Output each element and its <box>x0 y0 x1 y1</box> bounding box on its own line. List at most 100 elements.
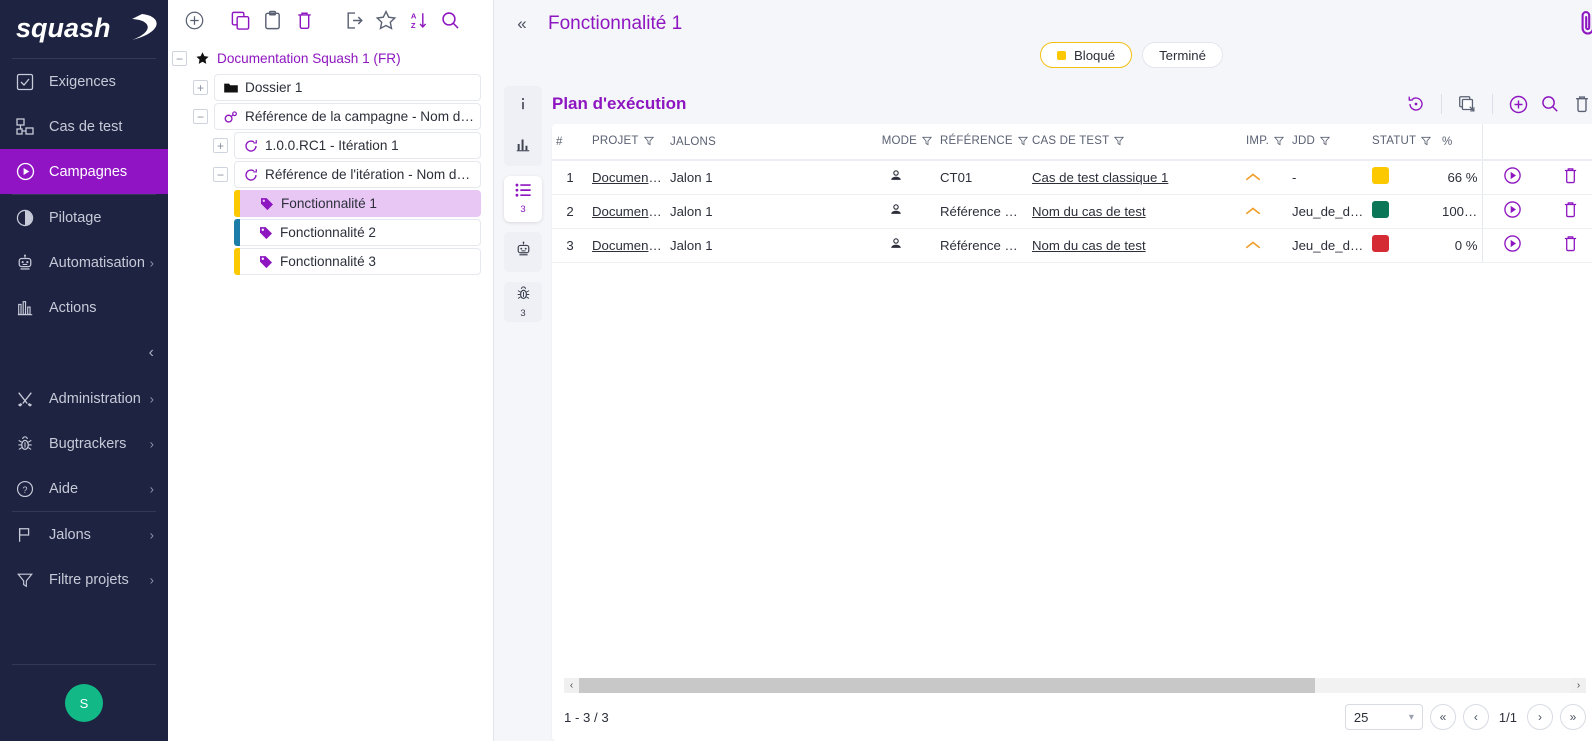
avatar[interactable]: S <box>65 684 103 722</box>
test-case-link[interactable]: Nom du cas de test <box>1032 204 1146 219</box>
delete-icon[interactable] <box>1561 200 1580 219</box>
rail-tab-info[interactable] <box>504 86 542 126</box>
tree-node-root[interactable]: Documentation Squash 1 (FR) <box>187 45 481 72</box>
copy-icon[interactable] <box>224 5 256 35</box>
rail-tab-execution-plan[interactable]: 3 <box>504 176 542 222</box>
project-link[interactable]: Document… <box>592 204 665 219</box>
cell-delete[interactable] <box>1542 194 1592 228</box>
tree-node-fonctionnalite-3[interactable]: Fonctionnalité 3 <box>240 248 481 275</box>
col-jdd[interactable]: JDD <box>1288 124 1368 160</box>
export-icon[interactable] <box>338 5 370 35</box>
table-row[interactable]: 2 Document… Jalon 1 Référence du… Nom du… <box>552 194 1592 228</box>
filter-icon[interactable] <box>922 137 932 149</box>
tree-toggle-plus[interactable]: + <box>213 138 228 153</box>
tree-toggle-plus[interactable]: + <box>193 80 208 95</box>
bug-icon <box>515 285 532 307</box>
table-row[interactable]: 1 Document… Jalon 1 CT01 Cas de test cla… <box>552 160 1592 194</box>
tree-node-fonctionnalite-1[interactable]: Fonctionnalité 1 <box>240 190 481 217</box>
duplicate-icon[interactable] <box>1451 89 1483 119</box>
filter-icon[interactable] <box>1114 137 1124 149</box>
play-circle-icon[interactable] <box>1503 234 1522 253</box>
attachment-button[interactable] <box>1576 8 1592 43</box>
sidebar-item-aide[interactable]: ? Aide › <box>0 466 168 511</box>
col-reference[interactable]: RÉFÉRENCE <box>936 124 1028 160</box>
cell-delete[interactable] <box>1542 160 1592 194</box>
sidebar-item-campagnes[interactable]: Campagnes <box>0 149 168 194</box>
cell-cas-de-test[interactable]: Nom du cas de test <box>1028 194 1218 228</box>
scroll-right-button[interactable]: › <box>1571 678 1586 693</box>
next-page-button[interactable]: › <box>1527 704 1553 730</box>
tree-node-campagne[interactable]: Référence de la campagne - Nom d… <box>214 103 481 130</box>
tree-toggle-minus[interactable]: − <box>172 51 187 66</box>
prev-page-button[interactable]: ‹ <box>1463 704 1489 730</box>
cell-projet[interactable]: Document… <box>588 160 666 194</box>
sidebar-item-exigences[interactable]: Exigences <box>0 59 168 104</box>
project-link[interactable]: Document… <box>592 170 665 185</box>
first-page-button[interactable]: « <box>1430 704 1456 730</box>
col-projet[interactable]: PROJET <box>588 124 666 160</box>
delete-icon[interactable] <box>1566 89 1592 119</box>
rail-tab-chart[interactable] <box>504 126 542 166</box>
tree-toggle-minus[interactable]: − <box>213 167 228 182</box>
page-size-select[interactable]: 25 ▾ <box>1345 704 1423 730</box>
delete-icon[interactable] <box>1561 234 1580 253</box>
delete-icon[interactable] <box>288 5 320 35</box>
rail-tab-automation[interactable] <box>504 232 542 272</box>
test-case-link[interactable]: Cas de test classique 1 <box>1032 170 1168 185</box>
sidebar-item-administration[interactable]: Administration › <box>0 376 168 421</box>
test-case-link[interactable]: Nom du cas de test <box>1032 238 1146 253</box>
star-icon[interactable] <box>370 5 402 35</box>
sidebar-item-bugtrackers[interactable]: Bugtrackers › <box>0 421 168 466</box>
cell-cas-de-test[interactable]: Cas de test classique 1 <box>1028 160 1218 194</box>
cell-run[interactable] <box>1482 194 1542 228</box>
cell-cas-de-test[interactable]: Nom du cas de test <box>1028 228 1218 262</box>
panel-collapse-button[interactable]: « <box>508 14 536 34</box>
search-icon[interactable] <box>1534 89 1566 119</box>
sidebar-item-filtre-projets[interactable]: Filtre projets › <box>0 557 168 602</box>
tree-node-iteration-ref[interactable]: Référence de l'itération - Nom d… <box>234 161 481 188</box>
play-circle-icon[interactable] <box>1503 200 1522 219</box>
scroll-left-button[interactable]: ‹ <box>564 678 579 693</box>
scrollbar-thumb[interactable] <box>579 678 1315 693</box>
col-importance[interactable]: IMP. <box>1218 124 1288 160</box>
rail-tab-bugs[interactable]: 3 <box>504 282 542 322</box>
cell-run[interactable] <box>1482 228 1542 262</box>
sidebar-collapse-button[interactable]: ‹ <box>0 330 168 376</box>
tree-node-dossier-1[interactable]: Dossier 1 <box>214 74 481 101</box>
status-chip-bloque[interactable]: Bloqué <box>1040 42 1132 68</box>
cell-run[interactable] <box>1482 160 1542 194</box>
cell-delete[interactable] <box>1542 228 1592 262</box>
tree-toggle-minus[interactable]: − <box>193 109 208 124</box>
paste-icon[interactable] <box>256 5 288 35</box>
col-mode[interactable]: MODE <box>856 124 936 160</box>
delete-icon[interactable] <box>1561 166 1580 185</box>
sidebar-item-jalons[interactable]: Jalons › <box>0 512 168 557</box>
filter-icon[interactable] <box>1421 137 1431 149</box>
play-circle-icon[interactable] <box>1503 166 1522 185</box>
sort-az-icon[interactable]: AZ <box>402 5 434 35</box>
cell-projet[interactable]: Document… <box>588 228 666 262</box>
status-chip-termine[interactable]: Terminé <box>1142 42 1223 68</box>
tree-node-iteration-rc1[interactable]: 1.0.0.RC1 - Itération 1 <box>234 132 481 159</box>
sidebar-item-cas-de-test[interactable]: Cas de test <box>0 104 168 149</box>
search-icon[interactable] <box>434 5 466 35</box>
col-statut[interactable]: STATUT <box>1368 124 1438 160</box>
table-row[interactable]: 3 Document… Jalon 1 Référence du… Nom du… <box>552 228 1592 262</box>
tree-node-fonctionnalite-2[interactable]: Fonctionnalité 2 <box>240 219 481 246</box>
last-page-button[interactable]: » <box>1560 704 1586 730</box>
app-logo[interactable]: squash <box>0 0 168 58</box>
sidebar-item-pilotage[interactable]: Pilotage <box>0 195 168 240</box>
project-link[interactable]: Document… <box>592 238 665 253</box>
cell-projet[interactable]: Document… <box>588 194 666 228</box>
filter-icon[interactable] <box>1274 137 1284 149</box>
col-cas-de-test[interactable]: CAS DE TEST <box>1028 124 1218 160</box>
filter-icon[interactable] <box>644 137 654 149</box>
horizontal-scrollbar[interactable]: ‹ › <box>564 678 1586 693</box>
filter-icon[interactable] <box>1018 137 1028 149</box>
sidebar-item-automatisation[interactable]: Automatisation › <box>0 240 168 285</box>
add-icon[interactable] <box>178 5 210 35</box>
add-circle-icon[interactable] <box>1502 89 1534 119</box>
history-icon[interactable] <box>1400 89 1432 119</box>
sidebar-item-actions[interactable]: Actions <box>0 285 168 330</box>
filter-icon[interactable] <box>1320 137 1330 149</box>
